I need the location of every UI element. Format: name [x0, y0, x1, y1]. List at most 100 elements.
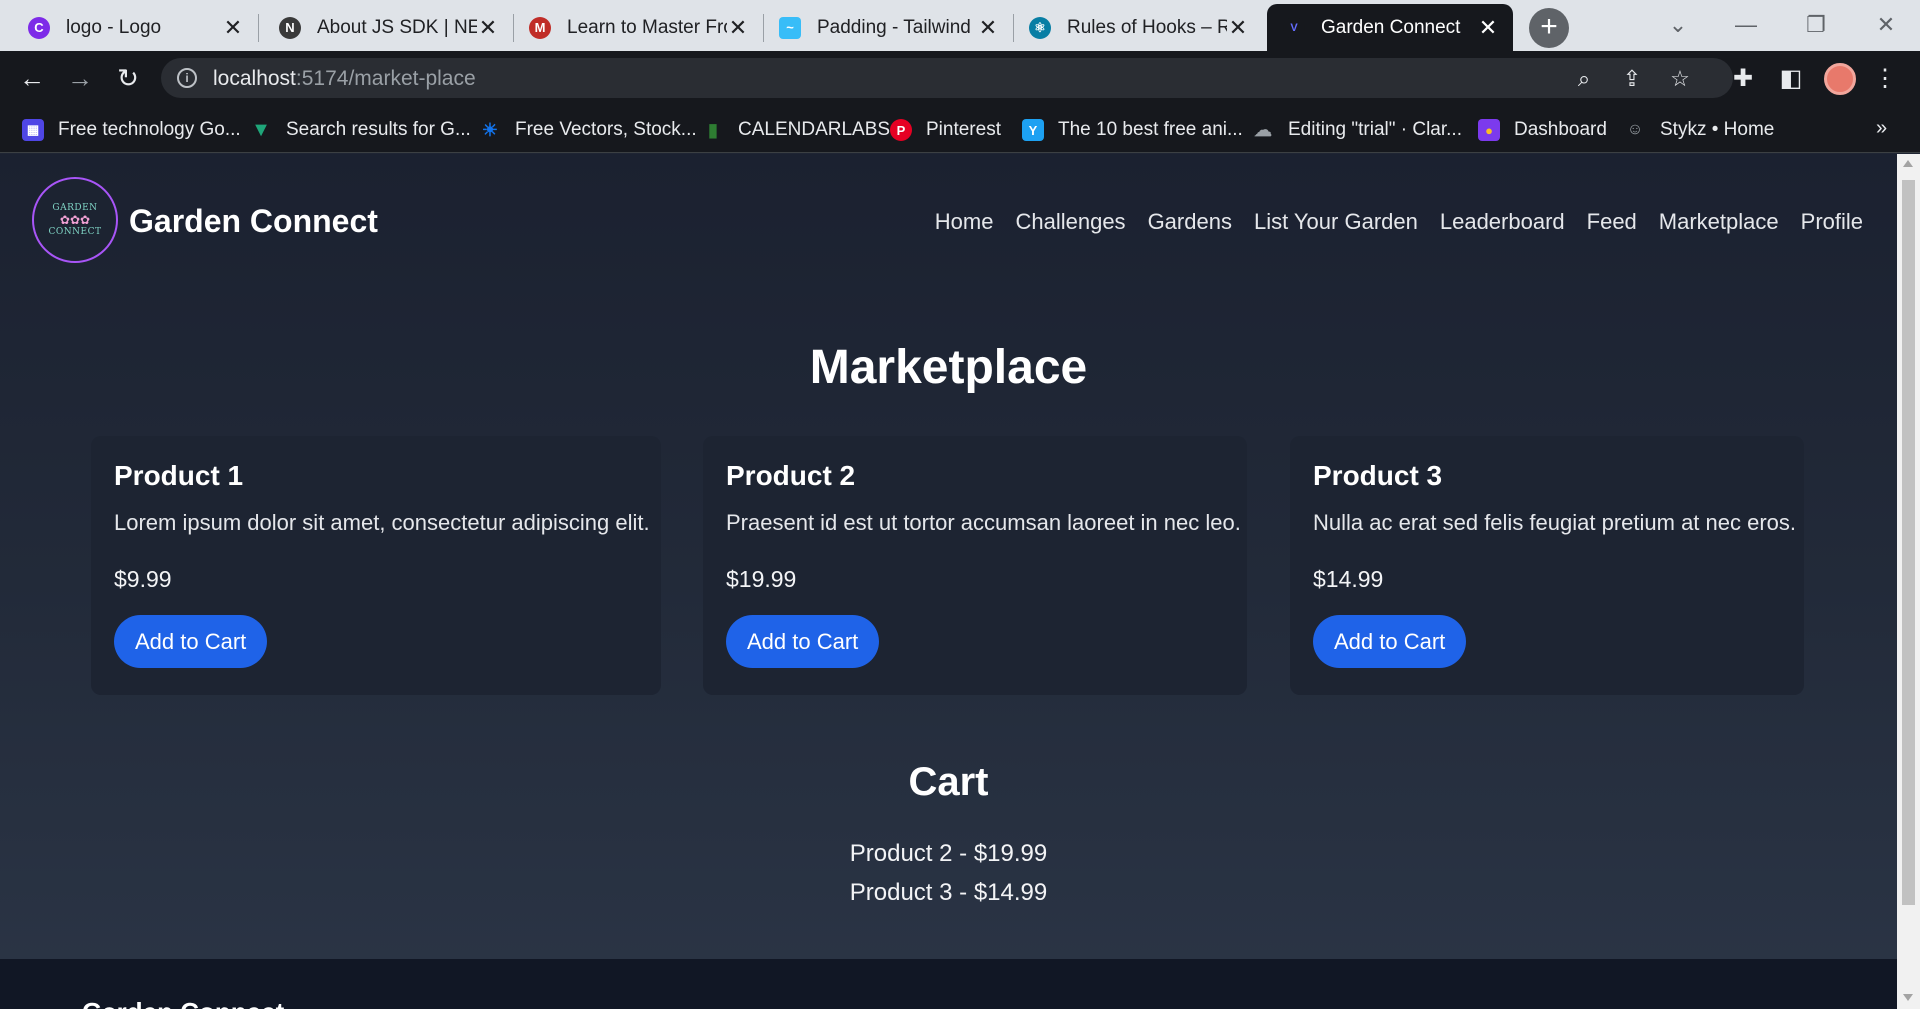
site-info-icon[interactable]: i [177, 68, 197, 88]
pinterest-icon: P [890, 119, 912, 141]
bookmark-label: Free Vectors, Stock... [515, 119, 697, 140]
minimize-icon[interactable]: — [1718, 4, 1774, 46]
logo-text: GARDEN [52, 203, 98, 213]
bookmark-star-icon[interactable]: ☆ [1667, 66, 1693, 92]
restore-icon[interactable]: ❐ [1788, 4, 1844, 46]
url-path: :5174/market-place [295, 67, 476, 90]
tailwind-icon: ~ [779, 16, 801, 39]
page-viewport: GARDEN ✿✿✿ CONNECT Garden Connect Home C… [0, 154, 1897, 1009]
bookmark-item[interactable]: ▼ Search results for G... [250, 117, 471, 143]
cart-heading: Cart [908, 760, 989, 804]
reload-icon[interactable]: ↻ [110, 60, 146, 96]
flower-icon: ✿✿✿ [59, 213, 91, 227]
close-window-icon[interactable]: ✕ [1858, 4, 1914, 46]
product-description: Praesent id est ut tortor accumsan laore… [726, 510, 1241, 535]
site-title[interactable]: Garden Connect [129, 203, 378, 240]
menu-icon[interactable]: ⋮ [1870, 64, 1900, 94]
react-icon: ⚛ [1029, 16, 1051, 39]
bookmark-stykz-icon: ☺ [1626, 121, 1644, 138]
tab-title: Rules of Hooks – React [1067, 16, 1227, 38]
new-tab-button[interactable]: + [1529, 8, 1569, 48]
vite-icon: V [1283, 16, 1305, 39]
product-card: Product 3 Nulla ac erat sed felis feugia… [1290, 436, 1804, 695]
browser-tab[interactable]: C logo - Logo ✕ [12, 4, 259, 51]
site-logo[interactable]: GARDEN ✿✿✿ CONNECT [32, 177, 118, 263]
bookmark-label: The 10 best free ani... [1058, 119, 1243, 140]
browser-tab[interactable]: M Learn to Master Frontend ✕ [513, 4, 764, 51]
bookmark-dashboard-icon: ● [1478, 119, 1500, 141]
bookmark-label: Dashboard [1514, 119, 1607, 140]
product-name: Product 3 [1313, 460, 1443, 491]
close-icon[interactable]: ✕ [222, 15, 244, 41]
footer-title: Garden Connect [82, 997, 284, 1009]
bookmarks-bar: ▦ Free technology Go... ▼ Search results… [0, 105, 1920, 153]
browser-tab-active[interactable]: V Garden Connect ✕ [1267, 4, 1513, 51]
bookmark-item[interactable]: ▦ Free technology Go... [22, 117, 241, 143]
profile-avatar[interactable] [1824, 63, 1856, 95]
bookmark-label: Search results for G... [286, 119, 471, 140]
bookmark-item[interactable]: Y The 10 best free ani... [1022, 117, 1243, 143]
tab-title: About JS SDK | NEAR [317, 16, 477, 38]
scroll-up-icon[interactable] [1903, 160, 1913, 167]
close-icon[interactable]: ✕ [977, 15, 999, 41]
nav-link-list-your-garden[interactable]: List Your Garden [1254, 209, 1418, 235]
product-price: $19.99 [726, 566, 797, 592]
nav-link-feed[interactable]: Feed [1587, 209, 1637, 235]
product-name: Product 1 [114, 460, 244, 491]
nav-link-profile[interactable]: Profile [1801, 209, 1863, 235]
bookmark-item[interactable]: ● Dashboard [1478, 117, 1607, 143]
address-bar[interactable]: i localhost:5174/market-place ⌕ ⇪ ☆ [161, 58, 1733, 98]
near-icon: N [279, 16, 301, 39]
browser-tab[interactable]: N About JS SDK | NEAR ✕ [263, 4, 514, 51]
nav-link-gardens[interactable]: Gardens [1148, 209, 1232, 235]
tab-search-icon[interactable]: ⌄ [1650, 4, 1706, 46]
bookmark-cloud-icon: ☁ [1254, 119, 1272, 140]
nav-link-marketplace[interactable]: Marketplace [1659, 209, 1779, 235]
add-to-cart-button[interactable]: Add to Cart [1313, 615, 1467, 668]
bookmark-tech-icon: ▦ [22, 119, 44, 141]
scroll-down-icon[interactable] [1903, 994, 1913, 1001]
bookmark-item[interactable]: ☺ Stykz • Home [1624, 117, 1775, 143]
close-icon[interactable]: ✕ [1227, 15, 1249, 41]
bookmark-anim-icon: Y [1022, 119, 1044, 141]
browser-tab[interactable]: ~ Padding - Tailwind CSS ✕ [763, 4, 1014, 51]
share-icon[interactable]: ⇪ [1619, 66, 1645, 92]
back-icon[interactable]: ← [14, 60, 50, 96]
product-name: Product 2 [726, 460, 856, 491]
bookmark-calendar-icon: ▮ [708, 119, 718, 140]
canva-icon: C [28, 16, 50, 39]
more-bookmarks-icon[interactable]: » [1876, 117, 1887, 140]
scrollbar-thumb[interactable] [1902, 180, 1915, 905]
browser-tab[interactable]: ⚛ Rules of Hooks – React ✕ [1013, 4, 1263, 51]
forward-icon[interactable]: → [62, 60, 98, 96]
product-description: Lorem ipsum dolor sit amet, consectetur … [114, 510, 650, 535]
site-header: GARDEN ✿✿✿ CONNECT Garden Connect Home C… [0, 154, 1897, 289]
browser-tab-strip: C logo - Logo ✕ N About JS SDK | NEAR ✕ … [0, 0, 1920, 51]
zoom-icon[interactable]: ⌕ [1571, 66, 1597, 92]
add-to-cart-button[interactable]: Add to Cart [726, 615, 880, 668]
bookmark-label: Pinterest [926, 119, 1001, 140]
bookmark-label: Stykz • Home [1660, 119, 1775, 140]
close-icon[interactable]: ✕ [727, 15, 749, 41]
bookmark-item[interactable]: ☀ Free Vectors, Stock... [479, 117, 697, 143]
side-panel-icon[interactable]: ◧ [1776, 64, 1806, 94]
nav-link-challenges[interactable]: Challenges [1015, 209, 1125, 235]
bookmark-item[interactable]: ▮ CALENDARLABS [702, 117, 890, 143]
logo-text: CONNECT [48, 227, 102, 237]
close-icon[interactable]: ✕ [477, 15, 499, 41]
add-to-cart-button[interactable]: Add to Cart [114, 615, 268, 668]
product-card: Product 2 Praesent id est ut tortor accu… [703, 436, 1247, 695]
product-price: $14.99 [1313, 566, 1384, 592]
tab-divider [258, 14, 259, 42]
page-scrollbar[interactable] [1897, 154, 1920, 1009]
bookmark-item[interactable]: P Pinterest [890, 117, 1001, 143]
product-price: $9.99 [114, 566, 172, 592]
nav-link-home[interactable]: Home [935, 209, 994, 235]
extensions-icon[interactable]: ✚ [1728, 64, 1758, 94]
close-icon[interactable]: ✕ [1477, 15, 1499, 41]
bookmark-label: Free technology Go... [58, 119, 241, 140]
bookmark-label: Editing "trial" · Clar... [1288, 119, 1462, 140]
bookmark-item[interactable]: ☁ Editing "trial" · Clar... [1252, 117, 1462, 143]
nav-link-leaderboard[interactable]: Leaderboard [1440, 209, 1565, 235]
tab-title: Padding - Tailwind CSS [817, 16, 977, 38]
